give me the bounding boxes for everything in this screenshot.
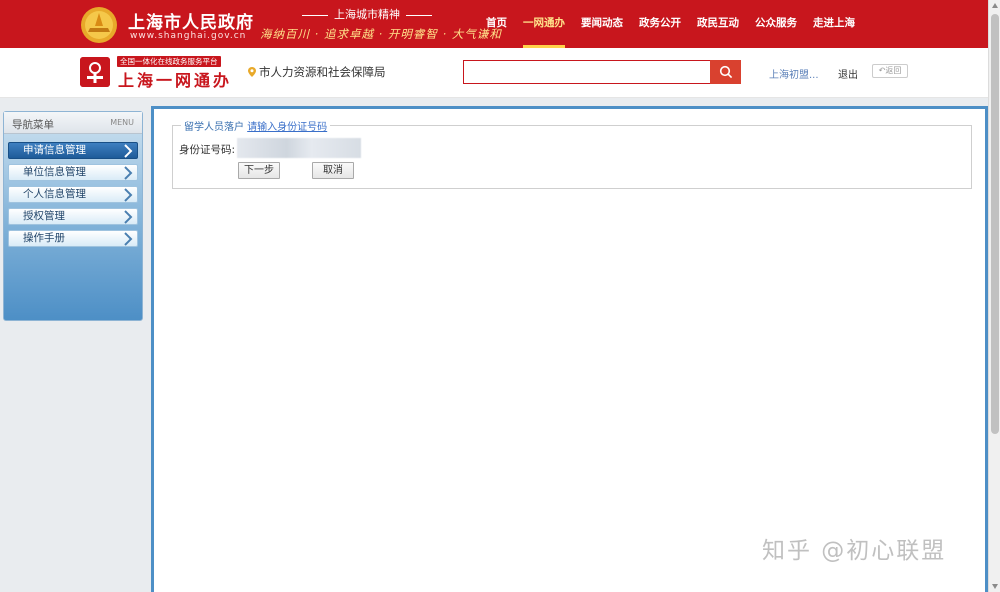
scroll-down-arrow-icon[interactable] [992, 584, 998, 589]
platform-tag: 全国一体化在线政务服务平台 [117, 56, 221, 67]
next-step-button[interactable]: 下一步 [238, 162, 280, 179]
nav-item-unit-info[interactable]: 单位信息管理 [8, 164, 138, 181]
id-entry-fieldset: 留学人员落户 请输入身份证号码 身份证号码: 下一步 取消 [172, 118, 972, 189]
page-scrollbar[interactable] [988, 0, 1000, 592]
left-nav-items: 申请信息管理 单位信息管理 个人信息管理 授权管理 操作手册 [4, 134, 142, 247]
department-name: 市人力资源和社会保障局 [259, 65, 386, 79]
chevron-right-icon [124, 210, 133, 224]
scroll-thumb[interactable] [991, 14, 999, 434]
user-link[interactable]: 上海初盟... [769, 66, 819, 81]
watermark: 知乎 @初心联盟 [762, 538, 947, 564]
fieldset-legend: 留学人员落户 请输入身份证号码 [181, 118, 331, 133]
chevron-right-icon [124, 232, 133, 246]
nav-public-service[interactable]: 公众服务 [755, 0, 797, 48]
ywtb-logo-icon[interactable] [80, 57, 110, 87]
left-nav-header: 导航菜单 MENU [4, 112, 142, 134]
shanghai-emblem-icon [81, 7, 117, 43]
chevron-right-icon [124, 188, 133, 202]
id-number-input[interactable] [237, 138, 361, 158]
chevron-right-icon [124, 166, 133, 180]
platform-name[interactable]: 上海一网通办 [118, 67, 232, 91]
nav-news[interactable]: 要闻动态 [581, 0, 623, 48]
nav-gov-open[interactable]: 政务公开 [639, 0, 681, 48]
search-button[interactable] [710, 60, 741, 84]
chevron-right-icon [124, 144, 133, 158]
logout-link[interactable]: 退出 [838, 66, 858, 81]
gov-url: www.shanghai.gov.cn [130, 31, 247, 41]
search-input[interactable] [463, 60, 711, 84]
spirit-slogan: 海纳百川 · 追求卓越 · 开明睿智 · 大气谦和 [260, 27, 502, 41]
legend-instruction: 请输入身份证号码 [247, 122, 328, 133]
nav-ywtb[interactable]: 一网通办 [523, 0, 565, 48]
scroll-up-arrow-icon[interactable] [992, 3, 998, 8]
spirit-title: 上海城市精神 [296, 6, 438, 22]
nav-item-authorization[interactable]: 授权管理 [8, 208, 138, 225]
location-pin-icon [248, 67, 256, 77]
gov-nav: 首页 一网通办 要闻动态 政务公开 政民互动 公众服务 走进上海 [486, 0, 871, 48]
nav-item-personal-info[interactable]: 个人信息管理 [8, 186, 138, 203]
nav-about-shanghai[interactable]: 走进上海 [813, 0, 855, 48]
nav-item-manual[interactable]: 操作手册 [8, 230, 138, 247]
legend-service-name: 留学人员落户 [184, 122, 244, 133]
left-nav: 导航菜单 MENU 申请信息管理 单位信息管理 个人信息管理 授权管理 操作手册 [3, 111, 143, 321]
left-nav-title: 导航菜单 [12, 119, 54, 131]
gov-header: 上海市人民政府 www.shanghai.gov.cn 上海城市精神 海纳百川 … [0, 0, 1000, 48]
sub-header: 全国一体化在线政务服务平台 上海一网通办 市人力资源和社会保障局 上海初盟...… [0, 48, 988, 98]
back-button[interactable]: ↶返回 [872, 64, 908, 78]
department-location: 市人力资源和社会保障局 [248, 64, 386, 80]
gov-title[interactable]: 上海市人民政府 [128, 8, 254, 33]
nav-home[interactable]: 首页 [486, 0, 507, 48]
id-number-label: 身份证号码: [179, 144, 236, 156]
cancel-button[interactable]: 取消 [312, 162, 354, 179]
nav-item-application-info[interactable]: 申请信息管理 [8, 142, 138, 159]
nav-interaction[interactable]: 政民互动 [697, 0, 739, 48]
search-icon [719, 65, 732, 79]
main-panel: 留学人员落户 请输入身份证号码 身份证号码: 下一步 取消 [151, 106, 988, 592]
left-nav-menu-tag: MENU [110, 118, 134, 127]
